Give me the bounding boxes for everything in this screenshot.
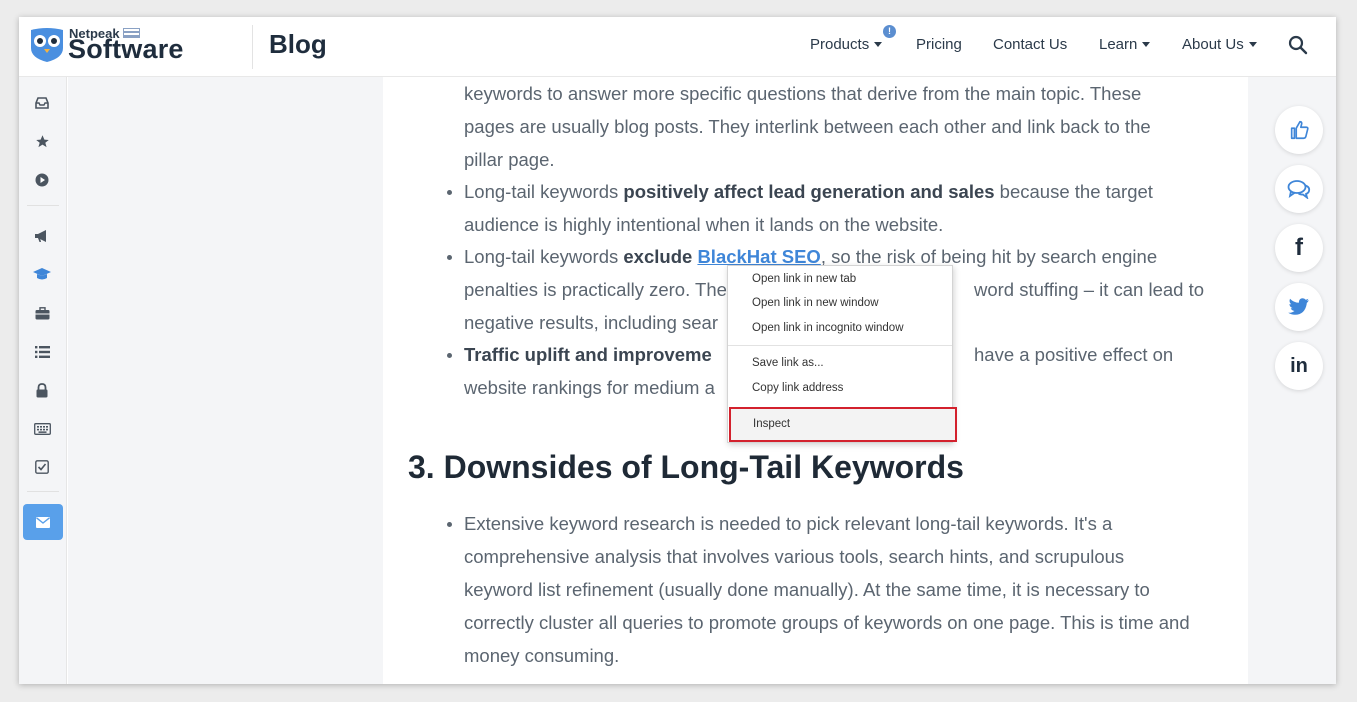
search-icon[interactable]	[1287, 34, 1309, 56]
chevron-down-icon	[1248, 42, 1257, 47]
graduation-cap-icon[interactable]	[33, 265, 51, 283]
lock-icon[interactable]	[33, 381, 51, 399]
owl-logo-icon[interactable]	[27, 24, 67, 64]
bullet-icon	[447, 190, 452, 195]
megaphone-icon[interactable]	[33, 227, 51, 245]
play-circle-icon[interactable]	[33, 171, 51, 189]
paragraph-line: pages are usually blog posts. They inter…	[464, 116, 1151, 137]
bullet-icon	[447, 522, 452, 527]
context-menu: Open link in new tab Open link in new wi…	[727, 265, 957, 443]
paragraph-line: pillar page.	[464, 149, 555, 170]
list-item-line: money consuming.	[464, 645, 620, 666]
products-notification-badge: !	[883, 25, 896, 38]
star-icon[interactable]	[33, 132, 51, 150]
list-item-line: correctly cluster all queries to promote…	[464, 612, 1190, 633]
paragraph-line: keywords to answer more specific questio…	[464, 83, 1142, 104]
list-icon[interactable]	[33, 343, 51, 361]
twitter-icon	[1288, 298, 1309, 315]
sidebar-divider	[27, 491, 59, 492]
nav-products[interactable]: Products	[810, 36, 883, 53]
section-heading: 3. Downsides of Long-Tail Keywords	[408, 449, 964, 485]
bullet-icon	[447, 353, 452, 358]
list-item-line: website rankings for medium a	[464, 377, 715, 398]
list-item: Long-tail keywords positively affect lea…	[464, 181, 1153, 202]
subscribe-mail-button[interactable]	[23, 504, 63, 540]
list-item-line: negative results, including sear	[464, 312, 719, 333]
nav-learn[interactable]: Learn	[1099, 36, 1151, 53]
list-item-line: comprehensive analysis that involves var…	[464, 546, 1125, 567]
brand-software[interactable]: Software	[68, 34, 184, 65]
bullet-icon	[447, 255, 452, 260]
menu-inspect[interactable]: Inspect	[729, 407, 957, 442]
list-item-line: have a positive effect on	[974, 344, 1174, 365]
browser-frame: Netpeak Software Blog Products ! Pricing…	[19, 17, 1336, 684]
briefcase-icon[interactable]	[33, 304, 51, 322]
section-title-blog[interactable]: Blog	[269, 29, 327, 60]
comments-button[interactable]	[1275, 165, 1323, 213]
blackhat-seo-link[interactable]: BlackHat SEO	[697, 246, 820, 267]
linkedin-icon: in	[1290, 354, 1308, 377]
chevron-down-icon	[1142, 42, 1151, 47]
menu-inspect-label: Inspect	[753, 418, 791, 430]
list-item-line: keyword list refinement (usually done ma…	[464, 579, 1150, 600]
sidebar-divider	[27, 205, 59, 206]
like-button[interactable]	[1275, 106, 1323, 154]
list-item: Extensive keyword research is needed to …	[464, 513, 1113, 534]
keyboard-icon[interactable]	[33, 420, 51, 438]
list-item-line: penalties is practically zero. The	[464, 279, 727, 300]
checkbox-icon[interactable]	[33, 458, 51, 476]
list-item-line: word stuffing – it can lead to	[974, 279, 1205, 300]
header-divider	[252, 25, 253, 69]
menu-open-incognito[interactable]: Open link in incognito window	[752, 322, 904, 334]
chevron-down-icon	[874, 42, 883, 47]
menu-open-new-window[interactable]: Open link in new window	[752, 297, 879, 309]
list-item-line: audience is highly intentional when it l…	[464, 214, 944, 235]
thumbs-up-icon	[1290, 120, 1309, 140]
menu-copy-link-address[interactable]: Copy link address	[752, 382, 843, 394]
linkedin-share-button[interactable]: in	[1275, 342, 1323, 390]
page-background-left	[68, 77, 383, 684]
menu-separator	[728, 345, 952, 346]
nav-pricing[interactable]: Pricing	[916, 36, 962, 53]
inbox-icon[interactable]	[33, 94, 51, 112]
facebook-share-button[interactable]: f	[1275, 224, 1323, 272]
menu-save-link-as[interactable]: Save link as...	[752, 357, 824, 369]
mail-icon	[36, 516, 50, 528]
site-header: Netpeak Software Blog Products ! Pricing…	[19, 17, 1336, 77]
menu-open-new-tab[interactable]: Open link in new tab	[752, 273, 856, 285]
nav-contact-us[interactable]: Contact Us	[993, 36, 1067, 53]
nav-about-us[interactable]: About Us	[1182, 36, 1257, 53]
comments-icon	[1287, 180, 1311, 199]
left-sidebar	[19, 77, 67, 684]
twitter-share-button[interactable]	[1275, 283, 1323, 331]
facebook-icon: f	[1295, 234, 1303, 261]
list-item: Traffic uplift and improveme	[464, 344, 712, 365]
